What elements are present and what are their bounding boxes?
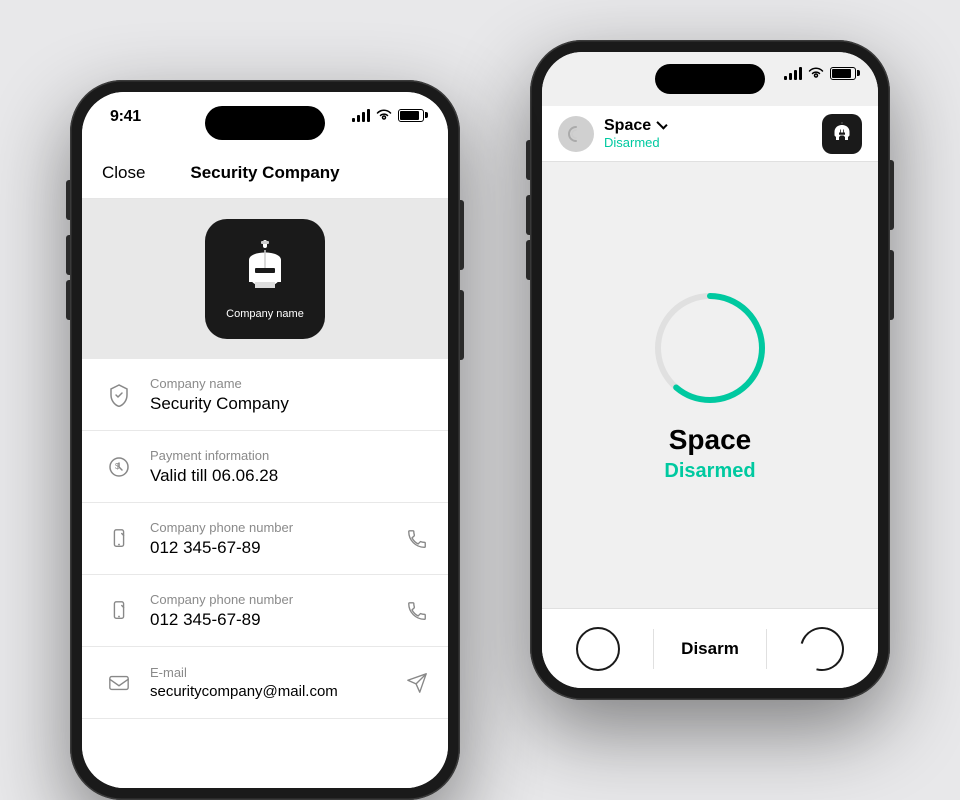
payment-value: Valid till 06.06.28: [150, 466, 428, 486]
page-title: Security Company: [190, 163, 339, 183]
svg-text:$: $: [115, 462, 120, 471]
signal-bar-2: [789, 73, 792, 80]
payment-icon: $: [102, 450, 136, 484]
battery-icon-right: [830, 67, 856, 80]
phone-right: Space Disarmed: [530, 40, 890, 700]
status-ring: [650, 288, 770, 408]
wifi-icon-right: [808, 67, 824, 79]
header-status: Disarmed: [604, 135, 822, 150]
shield-icon: [102, 378, 136, 412]
battery-fill-right: [832, 69, 851, 78]
company-logo-small: [822, 114, 862, 154]
wifi-icon-left: [376, 109, 392, 121]
logo-company-label: Company name: [226, 308, 304, 320]
phone2-label: Company phone number: [150, 592, 396, 607]
email-label: E-mail: [150, 665, 396, 680]
info-item-phone2: Company phone number 012 345-67-89: [82, 575, 448, 647]
logo-section: Company name: [82, 199, 448, 359]
right-header-info: Space Disarmed: [604, 117, 822, 150]
action-circle-full[interactable]: [542, 627, 653, 671]
status-state: Disarmed: [664, 460, 755, 483]
company-name-label: Company name: [150, 376, 428, 391]
phone1-label: Company phone number: [150, 520, 396, 535]
company-name-content: Company name Security Company: [150, 376, 428, 414]
disarm-button[interactable]: Disarm: [654, 639, 765, 659]
status-icons-left: [352, 108, 424, 122]
phone-left-screen: 9:41: [82, 92, 448, 788]
send-email-button[interactable]: [406, 672, 428, 694]
signal-bar-3: [794, 70, 797, 80]
battery-icon-left: [398, 109, 424, 122]
email-content: E-mail securitycompany@mail.com: [150, 665, 396, 700]
phone-device-icon-1: [102, 522, 136, 556]
signal-bar-4: [799, 67, 802, 80]
sb4: [367, 109, 370, 122]
signal-bars-left: [352, 108, 370, 122]
phone2-value: 012 345-67-89: [150, 610, 396, 630]
dynamic-island-left: [205, 106, 325, 140]
phone-left: 9:41: [70, 80, 460, 800]
disarm-label: Disarm: [681, 639, 739, 659]
phone-right-screen: Space Disarmed: [542, 52, 878, 688]
battery-fill-left: [400, 111, 419, 120]
info-item-payment: $ Payment information Valid till 06.06.2…: [82, 431, 448, 503]
phone1-content: Company phone number 012 345-67-89: [150, 520, 396, 558]
right-bottom-bar: Disarm: [542, 608, 878, 688]
swirl-icon: [565, 123, 587, 145]
payment-label: Payment information: [150, 448, 428, 463]
call-button-1[interactable]: [406, 528, 428, 550]
phone1-value: 012 345-67-89: [150, 538, 396, 558]
nav-bar: Close Security Company: [82, 147, 448, 199]
status-name: Space: [664, 424, 755, 456]
spinning-ring-icon: [650, 288, 770, 408]
close-button[interactable]: Close: [102, 163, 145, 183]
sb2: [357, 115, 360, 122]
status-text-block: Space Disarmed: [664, 424, 755, 483]
info-item-phone1: Company phone number 012 345-67-89: [82, 503, 448, 575]
right-phone-header: Space Disarmed: [542, 106, 878, 162]
helmet-icon-small: [830, 122, 854, 146]
chevron-down-icon: [656, 118, 667, 129]
action-circle-partial[interactable]: [767, 627, 878, 671]
partial-circle-icon: [792, 618, 852, 678]
info-item-email: E-mail securitycompany@mail.com: [82, 647, 448, 719]
call-button-2[interactable]: [406, 600, 428, 622]
full-circle-icon: [576, 627, 620, 671]
space-label: Space: [604, 117, 651, 135]
signal-bar-1: [784, 76, 787, 80]
payment-content: Payment information Valid till 06.06.28: [150, 448, 428, 486]
space-title[interactable]: Space: [604, 117, 822, 135]
scene: Space Disarmed: [70, 40, 890, 760]
sb1: [352, 118, 355, 122]
status-icons-right: [784, 66, 856, 80]
avatar: [558, 116, 594, 152]
info-list: Company name Security Company $ Pa: [82, 359, 448, 788]
email-icon: [102, 666, 136, 700]
status-time: 9:41: [110, 108, 141, 126]
phone-device-icon-2: [102, 594, 136, 628]
sb3: [362, 112, 365, 122]
dynamic-island-right: [655, 64, 765, 94]
company-logo-large: Company name: [205, 219, 325, 339]
info-item-company-name: Company name Security Company: [82, 359, 448, 431]
helmet-icon-large: [233, 238, 297, 302]
right-main-area: Space Disarmed: [542, 162, 878, 608]
email-value: securitycompany@mail.com: [150, 683, 396, 700]
company-name-value: Security Company: [150, 394, 428, 414]
signal-bars-right: [784, 66, 802, 80]
phone2-content: Company phone number 012 345-67-89: [150, 592, 396, 630]
